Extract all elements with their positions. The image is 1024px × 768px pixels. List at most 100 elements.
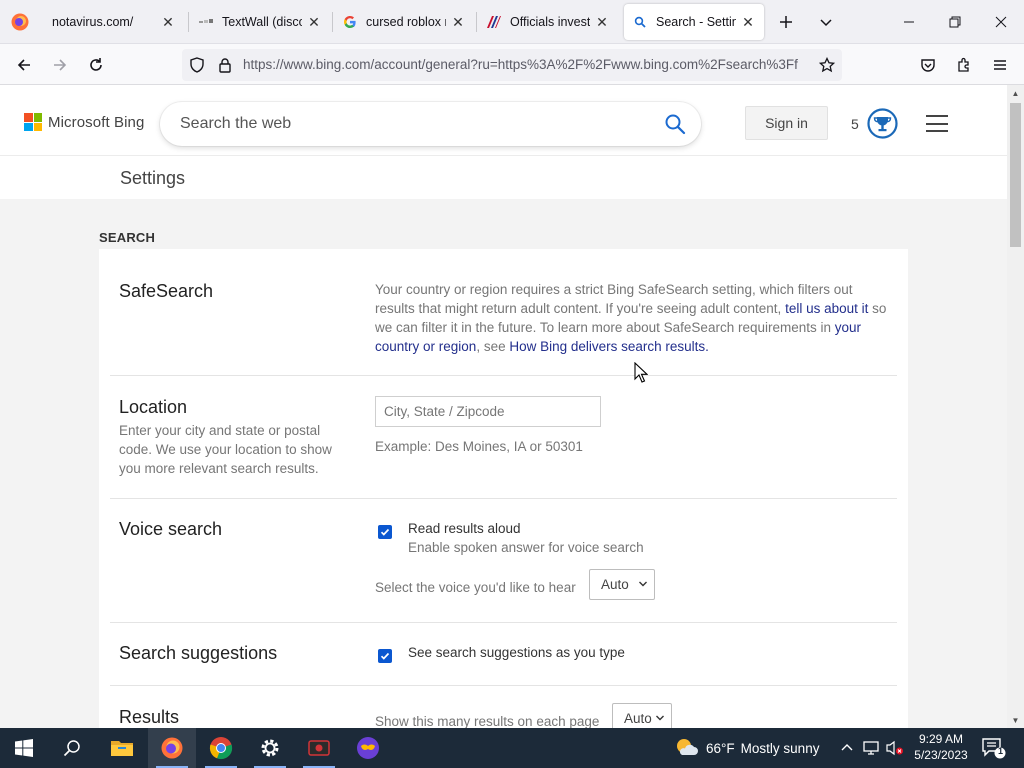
weather-description: Mostly sunny — [740, 740, 820, 756]
search-icon[interactable] — [664, 113, 686, 135]
read-aloud-label[interactable]: Read results aloud — [408, 521, 521, 536]
tab-divider — [332, 12, 333, 32]
bookmark-star-icon[interactable] — [818, 56, 836, 74]
volume-tray-button[interactable] — [886, 739, 904, 757]
start-button[interactable] — [0, 728, 48, 768]
how-bing-delivers-link[interactable]: How Bing delivers search results. — [509, 339, 709, 354]
firefox-icon — [161, 737, 183, 759]
news-favicon — [486, 14, 502, 30]
sign-in-button[interactable]: Sign in — [745, 106, 828, 140]
windows-start-icon — [15, 739, 33, 757]
textwall-favicon — [198, 14, 214, 30]
network-icon — [863, 741, 879, 755]
network-tray-button[interactable] — [862, 739, 880, 757]
lock-icon[interactable] — [216, 56, 234, 74]
address-bar[interactable]: https://www.bing.com/account/general?ru=… — [182, 49, 842, 81]
notification-center-button[interactable]: 1 — [980, 736, 1006, 760]
weather-temperature: 66°F — [706, 740, 735, 756]
results-count-label: Show this many results on each page — [375, 714, 600, 728]
tab-officials-investigate[interactable]: Officials investig ✕ — [478, 4, 618, 40]
taskbar-chrome[interactable] — [197, 728, 245, 768]
rewards-trophy-icon[interactable] — [867, 108, 898, 139]
close-tab-icon[interactable]: ✕ — [160, 14, 176, 30]
pocket-button[interactable] — [913, 50, 943, 80]
arrow-left-icon — [17, 59, 30, 71]
checkmark-icon — [380, 528, 390, 536]
read-aloud-checkbox[interactable] — [378, 525, 392, 539]
tracking-protection-icon[interactable] — [188, 56, 206, 74]
taskbar-app[interactable] — [344, 728, 392, 768]
weather-widget[interactable]: 66°F Mostly sunny — [674, 728, 819, 768]
screen: notavirus.com/ ✕ TextWall (discon ✕ curs… — [0, 0, 1024, 768]
tab-divider — [188, 12, 189, 32]
tab-cursed-roblox[interactable]: cursed roblox m ✕ — [334, 4, 474, 40]
plus-icon — [780, 16, 792, 28]
minimize-button[interactable] — [886, 0, 932, 44]
safesearch-text: Your country or region requires a strict… — [375, 282, 853, 316]
chevron-down-icon — [639, 581, 647, 587]
page-viewport: Microsoft Bing Sign in 5 — [0, 85, 1007, 728]
tab-notavirus[interactable]: notavirus.com/ ✕ — [44, 4, 184, 40]
google-favicon — [342, 14, 358, 30]
volume-muted-icon — [886, 740, 903, 756]
scroll-up-icon[interactable]: ▲ — [1007, 85, 1024, 101]
close-tab-icon[interactable]: ✕ — [594, 14, 610, 30]
close-window-button[interactable] — [978, 0, 1024, 44]
taskbar-search-button[interactable] — [48, 728, 96, 768]
tab-title: cursed roblox m — [366, 15, 446, 29]
scrollbar-thumb[interactable] — [1010, 103, 1021, 247]
system-clock[interactable]: 9:29 AM 5/23/2023 — [908, 731, 974, 763]
taskbar-firefox[interactable] — [148, 728, 196, 768]
close-tab-icon[interactable]: ✕ — [450, 14, 466, 30]
tab-title: notavirus.com/ — [52, 15, 134, 29]
taskbar-file-explorer[interactable] — [98, 728, 146, 768]
restore-button[interactable] — [932, 0, 978, 44]
new-tab-button[interactable] — [772, 8, 800, 36]
close-tab-icon[interactable]: ✕ — [740, 14, 756, 30]
voice-select-value: Auto — [601, 577, 629, 592]
safesearch-text: , see — [476, 339, 510, 354]
clock-date: 5/23/2023 — [914, 748, 968, 762]
forward-button[interactable] — [45, 50, 75, 80]
taskbar-recorder[interactable] — [295, 728, 343, 768]
list-all-tabs-button[interactable] — [812, 8, 840, 36]
rewards-count[interactable]: 5 — [851, 116, 859, 132]
extensions-button[interactable] — [949, 50, 979, 80]
voice-select[interactable]: Auto — [589, 569, 655, 600]
suggestions-label[interactable]: See search suggestions as you type — [408, 645, 625, 660]
checkmark-icon — [380, 652, 390, 660]
voice-select-label: Select the voice you'd like to hear — [375, 580, 576, 595]
notification-count: 1 — [997, 746, 1003, 756]
firefox-menu-icon[interactable] — [10, 12, 30, 32]
windows-taskbar: 66°F Mostly sunny 9:29 AM 5/23/2023 1 — [0, 728, 1024, 768]
results-row: Results Show this many results on each p… — [110, 686, 897, 728]
navigation-toolbar: https://www.bing.com/account/general?ru=… — [0, 44, 1024, 85]
recorder-icon — [308, 740, 330, 756]
restore-icon — [949, 16, 961, 28]
taskbar-settings[interactable] — [246, 728, 294, 768]
search-input[interactable] — [180, 112, 640, 136]
results-count-select[interactable]: Auto — [612, 703, 672, 728]
tab-title: Officials investig — [510, 15, 590, 29]
close-icon — [995, 16, 1007, 28]
chevron-up-icon — [841, 744, 853, 751]
scroll-down-icon[interactable]: ▼ — [1007, 712, 1024, 728]
reload-button[interactable] — [81, 50, 111, 80]
page-scrollbar[interactable]: ▲ ▼ — [1007, 85, 1024, 728]
location-input[interactable] — [375, 396, 601, 427]
bing-logo[interactable]: Microsoft Bing — [24, 113, 144, 131]
tab-search-settings[interactable]: Search - Settings ✕ — [624, 4, 764, 40]
url-text[interactable]: https://www.bing.com/account/general?ru=… — [243, 57, 808, 72]
bing-menu-icon[interactable] — [926, 115, 948, 132]
search-box[interactable] — [160, 102, 701, 146]
app-menu-button[interactable] — [985, 50, 1015, 80]
tell-us-link[interactable]: tell us about it — [785, 301, 868, 316]
show-hidden-icons[interactable] — [838, 739, 856, 757]
puzzle-icon — [958, 57, 969, 72]
back-button[interactable] — [9, 50, 39, 80]
close-tab-icon[interactable]: ✕ — [306, 14, 322, 30]
settings-gear-icon — [261, 739, 279, 757]
tab-textwall[interactable]: TextWall (discon ✕ — [190, 4, 330, 40]
suggestions-checkbox[interactable] — [378, 649, 392, 663]
partly-sunny-icon — [677, 739, 698, 755]
